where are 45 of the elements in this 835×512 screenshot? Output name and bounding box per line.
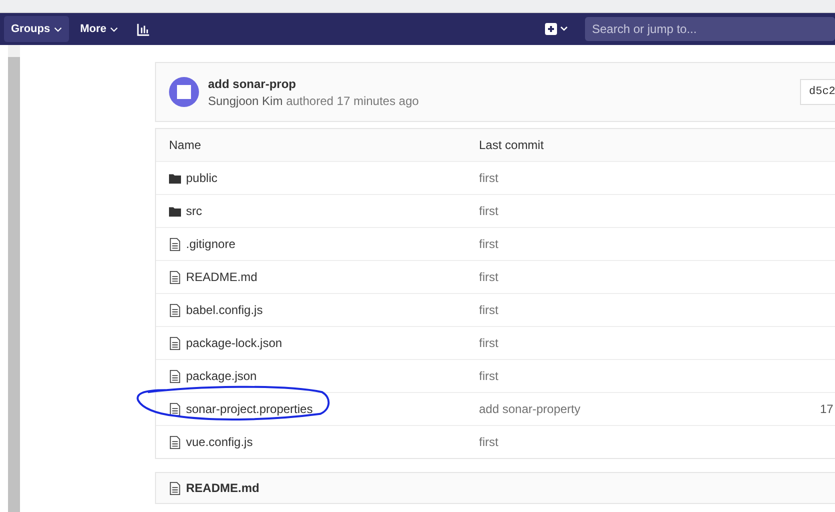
file-icon (169, 436, 181, 448)
file-icon (169, 238, 181, 250)
file-name-link[interactable]: README.md (186, 270, 258, 284)
readme-title: README.md (186, 481, 260, 495)
nav-menu-button[interactable]: Groups (4, 16, 70, 42)
commit-message-link[interactable]: first (479, 237, 679, 251)
commit-title[interactable]: add sonar-prop (208, 76, 792, 90)
commit-message-link[interactable]: first (479, 204, 679, 218)
column-header: Last commit (479, 138, 545, 152)
bar-chart-icon[interactable] (137, 22, 150, 36)
file-name-link[interactable]: package-lock.json (186, 336, 282, 350)
nav-menu-button[interactable]: More (73, 16, 126, 42)
file-icon (169, 402, 181, 416)
file-name-link[interactable]: babel.config.js (186, 303, 263, 317)
file-name-link[interactable]: vue.config.js (186, 435, 253, 449)
commit-time: authored 17 minutes ago (286, 94, 419, 108)
commit-message-link[interactable]: first (479, 303, 679, 317)
plus-square-dropdown-icon[interactable] (545, 22, 569, 36)
search-field[interactable]: Search or jump to... (585, 17, 835, 41)
commit-message-link[interactable]: first (479, 171, 679, 185)
file-name-link[interactable]: src (186, 204, 202, 218)
chevron-down-icon (54, 26, 62, 32)
commit-message-link[interactable]: add sonar-property (479, 402, 679, 416)
file-icon (169, 270, 181, 284)
file-name-link[interactable]: sonar-project.properties (186, 402, 313, 416)
file-name-link[interactable]: package.json (186, 369, 257, 383)
commit-author[interactable]: Sungjoon Kim (208, 94, 283, 108)
commit-message-link[interactable]: first (479, 336, 679, 350)
chevron-down-icon (110, 26, 118, 32)
file-icon (169, 336, 181, 350)
avatar-icon (168, 76, 200, 108)
commit-time: 17 (820, 402, 834, 416)
commit-message-link[interactable]: first (479, 435, 679, 449)
folder-icon (169, 172, 181, 184)
file-icon (169, 482, 181, 494)
file-icon (169, 304, 181, 316)
folder-icon (169, 204, 181, 218)
file-icon (169, 370, 181, 382)
column-header: Name (168, 138, 202, 152)
file-name-link[interactable]: .gitignore (186, 237, 236, 251)
scrollbar[interactable] (8, 45, 20, 512)
commit-sha[interactable]: d5c2 (800, 79, 835, 105)
file-name-link[interactable]: public (186, 171, 218, 185)
commit-message-link[interactable]: first (479, 270, 679, 284)
commit-message-link[interactable]: first (479, 369, 679, 383)
